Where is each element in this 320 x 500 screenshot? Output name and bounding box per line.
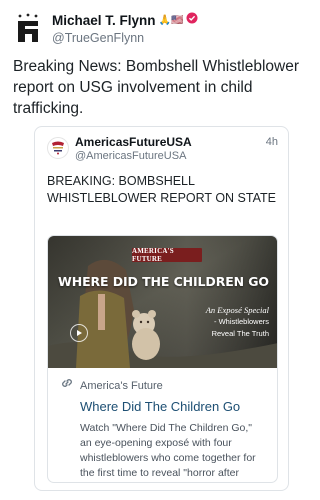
link-description: Watch "Where Did The Children Go," an ey… — [80, 422, 256, 479]
quoted-time[interactable]: 4h — [266, 136, 278, 148]
image-title: WHERE DID THE CHILDREN GO — [58, 274, 269, 289]
author-name-row: Michael T. Flynn 🙏🇺🇸 — [52, 11, 198, 29]
avatar[interactable] — [12, 12, 44, 44]
link-preview-image[interactable]: AMERICA'S FUTURE WHERE DID THE CHILDREN … — [48, 236, 277, 368]
post: Michael T. Flynn 🙏🇺🇸 @TrueGenFlynn Break… — [0, 0, 313, 500]
link-icon — [60, 376, 74, 395]
play-icon[interactable] — [70, 324, 88, 342]
link-domain-row: America's Future — [60, 376, 267, 395]
quoted-text: BREAKING: BOMBSHELL WHISTLEBLOWER REPORT… — [47, 174, 276, 205]
americas-future-logo-icon — [52, 141, 64, 155]
image-subtitle: An Exposé Special — [205, 305, 269, 315]
verified-badge-icon — [186, 11, 198, 29]
image-brand-bar: AMERICA'S FUTURE — [132, 247, 202, 263]
author-handle[interactable]: @TrueGenFlynn — [52, 31, 198, 45]
image-expose-text: An Exposé Special - Whistleblowers Revea… — [181, 304, 269, 340]
author-row: Michael T. Flynn 🙏🇺🇸 @TrueGenFlynn — [12, 10, 198, 46]
link-preview-meta[interactable]: America's Future Where Did The Children … — [48, 368, 277, 482]
image-caption-1: - Whistleblowers — [213, 317, 269, 326]
author-text: Michael T. Flynn 🙏🇺🇸 @TrueGenFlynn — [52, 11, 198, 45]
link-title[interactable]: Where Did The Children Go — [80, 399, 267, 414]
link-domain: America's Future — [80, 379, 163, 392]
post-text: Breaking News: Bombshell Whistleblower r… — [13, 58, 300, 117]
quoted-author-name[interactable]: AmericasFutureUSA — [75, 135, 266, 150]
quoted-handle[interactable]: @AmericasFutureUSA — [75, 150, 266, 163]
author-emojis: 🙏🇺🇸 — [158, 14, 184, 26]
image-caption-2: Reveal The Truth — [211, 329, 269, 338]
author-name[interactable]: Michael T. Flynn — [52, 13, 156, 29]
quoted-avatar[interactable] — [47, 137, 69, 159]
flynn-logo-icon — [18, 13, 38, 42]
quoted-header: AmericasFutureUSA @AmericasFutureUSA 4h — [47, 135, 278, 164]
link-preview-card[interactable]: AMERICA'S FUTURE WHERE DID THE CHILDREN … — [47, 235, 278, 483]
quoted-post[interactable]: AmericasFutureUSA @AmericasFutureUSA 4h … — [34, 126, 289, 491]
quoted-names: AmericasFutureUSA @AmericasFutureUSA — [75, 135, 266, 163]
